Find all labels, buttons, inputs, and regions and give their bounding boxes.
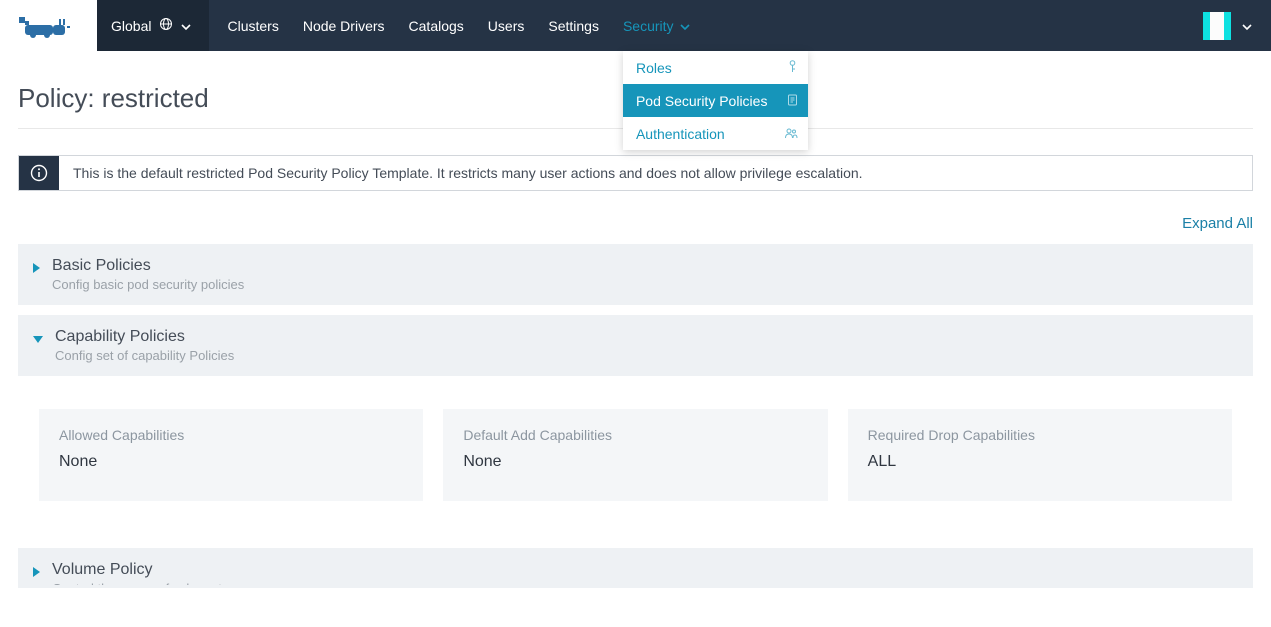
chevron-down-icon [1241, 18, 1253, 34]
section-title: Basic Policies [52, 257, 244, 275]
card-label: Allowed Capabilities [59, 427, 403, 443]
section-title: Capability Policies [55, 328, 234, 346]
section-title: Volume Policy [52, 561, 249, 579]
chevron-down-icon [181, 18, 191, 34]
nav-catalogs[interactable]: Catalogs [409, 0, 464, 51]
section-subtitle: Config basic pod security policies [52, 277, 244, 292]
rancher-logo-icon [19, 11, 79, 41]
menu-roles[interactable]: Roles [623, 51, 808, 84]
top-nav: Global Clusters Node Drivers Catalogs Us… [0, 0, 1271, 51]
menu-authentication[interactable]: Authentication [623, 117, 808, 150]
caret-down-icon [33, 336, 43, 343]
avatar [1203, 12, 1231, 40]
globe-icon [159, 17, 173, 34]
nav-users[interactable]: Users [488, 0, 525, 51]
logo[interactable] [0, 0, 97, 51]
users-icon [784, 126, 798, 142]
card-allowed-capabilities: Allowed Capabilities None [39, 409, 423, 501]
capability-body: Allowed Capabilities None Default Add Ca… [18, 376, 1253, 534]
card-value: ALL [868, 453, 1212, 471]
card-required-drop-capabilities: Required Drop Capabilities ALL [848, 409, 1232, 501]
section-volume-policy[interactable]: Volume Policy Control the usage of volum… [18, 548, 1253, 588]
key-icon [787, 60, 798, 76]
section-subtitle: Control the usage of volume types [52, 581, 249, 585]
card-default-add-capabilities: Default Add Capabilities None [443, 409, 827, 501]
section-capability-policies[interactable]: Capability Policies Config set of capabi… [18, 315, 1253, 376]
info-icon [19, 156, 59, 190]
chevron-down-icon [680, 18, 690, 34]
card-value: None [59, 453, 403, 471]
nav-security[interactable]: Security [623, 0, 690, 51]
user-menu[interactable] [1203, 12, 1253, 40]
section-subtitle: Config set of capability Policies [55, 348, 234, 363]
caret-right-icon [33, 263, 40, 273]
caret-right-icon [33, 567, 40, 577]
section-basic-policies[interactable]: Basic Policies Config basic pod security… [18, 244, 1253, 305]
card-value: None [463, 453, 807, 471]
nav-settings[interactable]: Settings [548, 0, 599, 51]
expand-all-link[interactable]: Expand All [18, 215, 1253, 232]
menu-pod-security-policies[interactable]: Pod Security Policies [623, 84, 808, 117]
info-banner: This is the default restricted Pod Secur… [18, 155, 1253, 191]
page-content: Policy: restricted This is the default r… [0, 83, 1271, 608]
nav-clusters[interactable]: Clusters [227, 0, 278, 51]
nav-links: Clusters Node Drivers Catalogs Users Set… [227, 0, 689, 51]
document-icon [787, 93, 798, 109]
scope-picker[interactable]: Global [97, 0, 209, 51]
info-text: This is the default restricted Pod Secur… [59, 156, 1252, 190]
nav-node-drivers[interactable]: Node Drivers [303, 0, 385, 51]
card-label: Default Add Capabilities [463, 427, 807, 443]
security-dropdown: Roles Pod Security Policies Authenticati… [623, 51, 808, 150]
scope-label: Global [111, 18, 151, 34]
card-label: Required Drop Capabilities [868, 427, 1212, 443]
